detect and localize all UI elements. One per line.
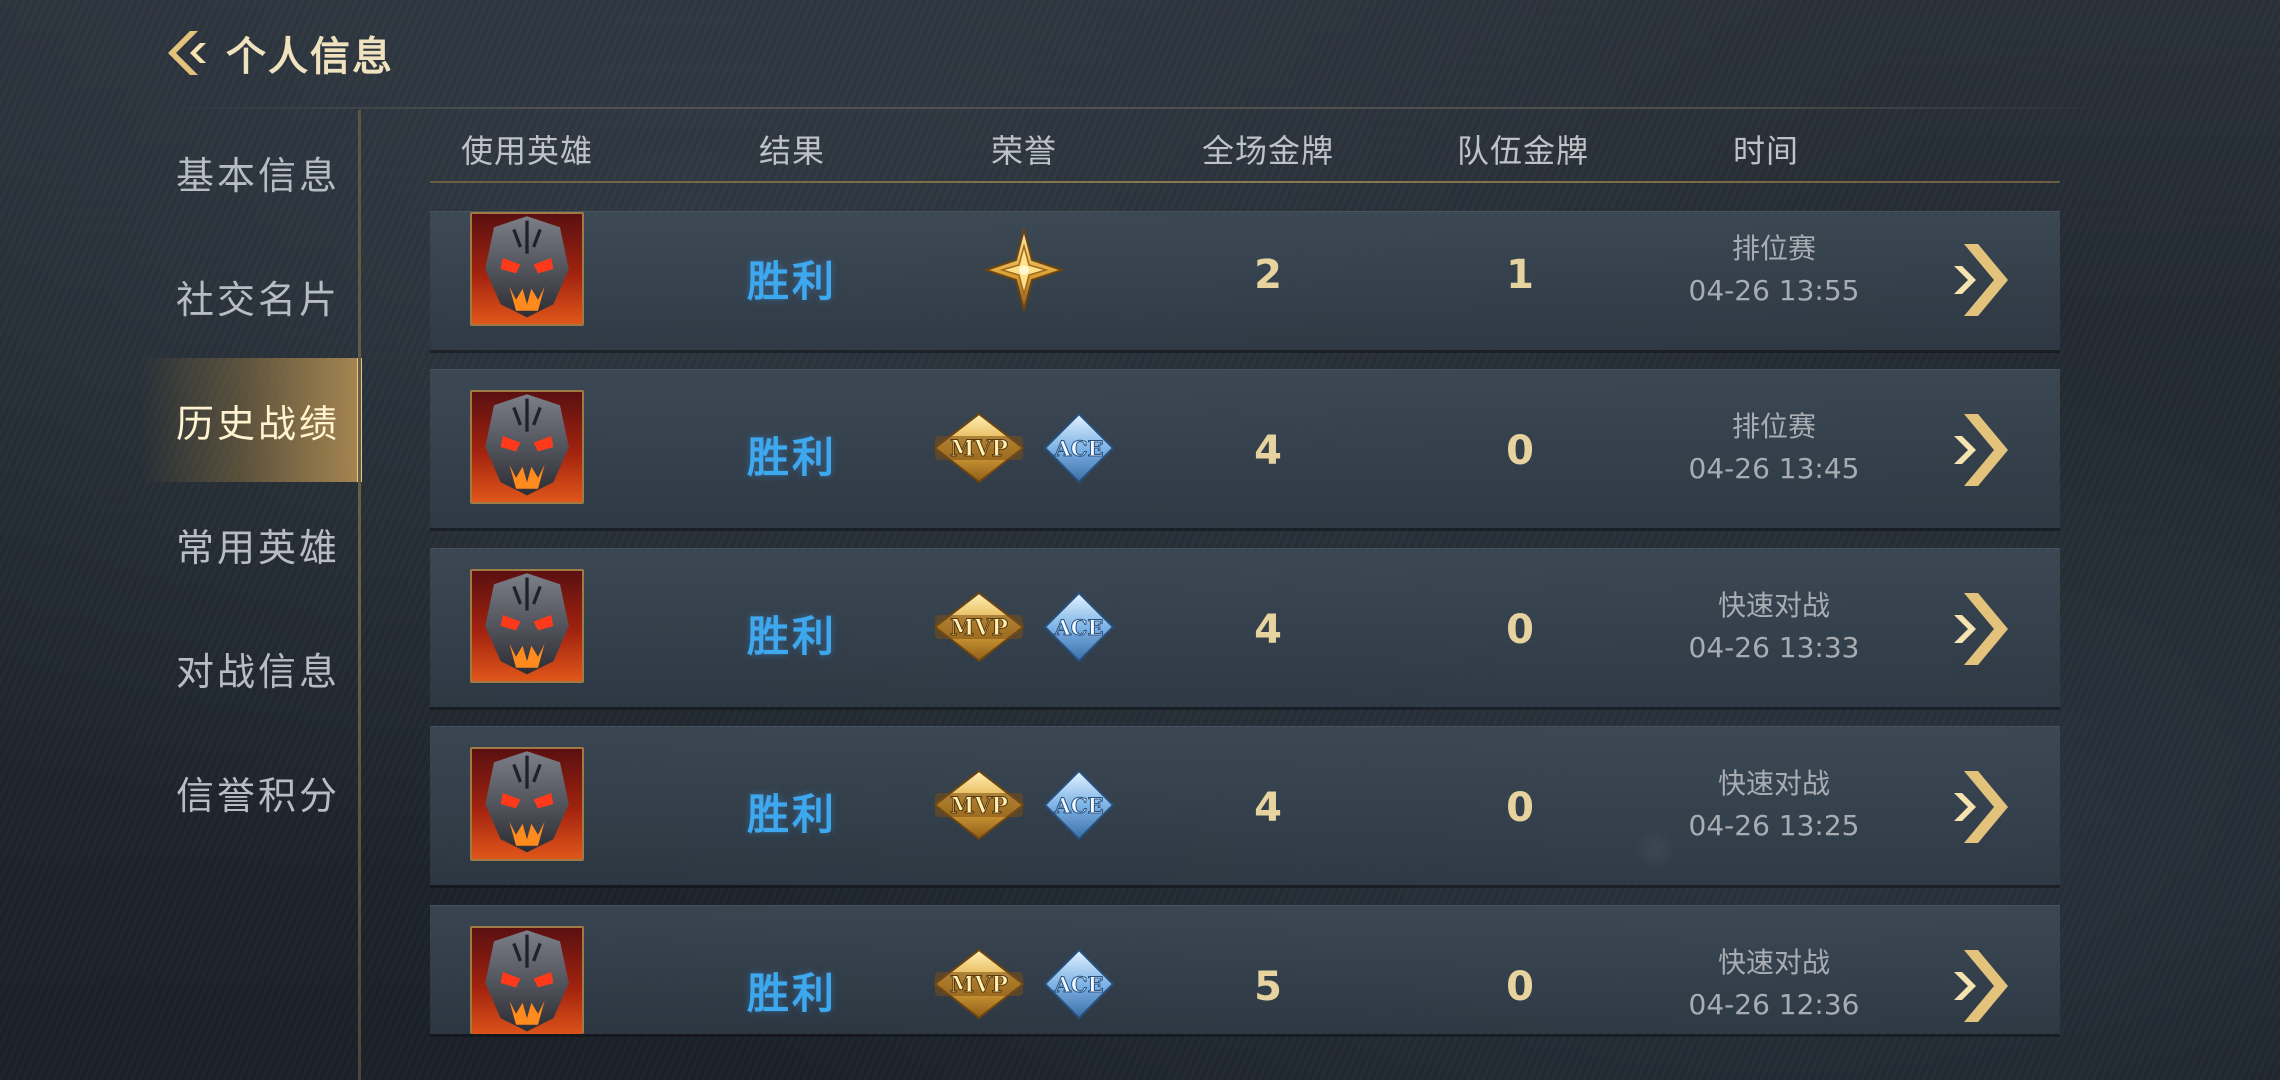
result-text: 胜利 [746, 790, 838, 839]
match-gold-count: 4 [1254, 785, 1282, 831]
mvp-badge-text: MVP [950, 793, 1008, 819]
hero-portrait-icon [470, 212, 584, 326]
honors-group: MVP ACE [931, 412, 1117, 484]
mvp-badge-text: MVP [950, 436, 1008, 462]
ace-badge-icon: ACE [1043, 769, 1115, 841]
match-gold-count: 4 [1254, 428, 1282, 474]
sidebar-item-basic-info[interactable]: 基本信息 [140, 110, 362, 234]
mvp-badge-text: MVP [950, 615, 1008, 641]
page-header: 个人信息 [160, 22, 394, 84]
ace-badge-icon: ACE [1043, 591, 1115, 663]
sidebar-item-label: 基本信息 [176, 153, 341, 198]
sidebar-item-label: 历史战绩 [176, 401, 341, 446]
result-text: 胜利 [746, 612, 838, 661]
hero-portrait-icon [470, 390, 584, 504]
team-gold-count: 0 [1506, 428, 1534, 474]
match-time: 快速对战 04-26 13:33 [1689, 585, 1860, 669]
honors-group: MVP ACE [931, 591, 1117, 663]
match-gold-count: 2 [1254, 252, 1282, 298]
result-text: 胜利 [746, 257, 838, 306]
mvp-badge-icon: MVP [933, 948, 1025, 1020]
chevron-right-icon[interactable] [1950, 240, 2010, 320]
hero-portrait-icon [470, 569, 584, 683]
team-gold-count: 0 [1506, 607, 1534, 653]
header-divider [160, 107, 2120, 109]
chevron-right-icon[interactable] [1950, 589, 2010, 669]
match-mode: 排位赛 [1731, 410, 1817, 443]
match-datetime: 04-26 12:36 [1688, 988, 1860, 1021]
team-gold-count: 0 [1506, 964, 1534, 1010]
sidebar-item-battle-info[interactable]: 对战信息 [140, 606, 362, 730]
match-time: 排位赛 04-26 13:55 [1689, 228, 1860, 312]
chevron-right-icon[interactable] [1950, 410, 2010, 490]
chevron-right-icon[interactable] [1950, 767, 2010, 847]
column-header-time: 时间 [1732, 132, 1800, 170]
match-row[interactable]: 胜利 MVP ACE 4 0 快速对战 04-26 13:33 [430, 548, 2060, 707]
ace-badge-text: ACE [1053, 615, 1103, 640]
ace-badge-text: ACE [1053, 793, 1103, 818]
match-row[interactable]: 胜利 MVP ACE 5 0 快速对战 04-26 12:36 [430, 905, 2060, 1034]
column-header-honor: 荣誉 [990, 132, 1058, 170]
match-datetime: 04-26 13:55 [1688, 274, 1860, 307]
match-datetime: 04-26 13:33 [1688, 631, 1860, 664]
match-time: 快速对战 04-26 12:36 [1689, 942, 1860, 1026]
table-header-divider [430, 181, 2060, 183]
page-title: 个人信息 [226, 34, 394, 80]
match-row[interactable]: 胜利 MVP ACE 4 0 快速对战 04-26 13:25 [430, 726, 2060, 885]
column-header-match-gold: 全场金牌 [1201, 132, 1335, 170]
result-text: 胜利 [746, 433, 838, 482]
match-row[interactable]: 胜利 MVP ACE 4 0 排位赛 04-26 13:45 [430, 369, 2060, 528]
mvp-badge-text: MVP [950, 972, 1008, 998]
honors-group: MVP ACE [931, 948, 1117, 1020]
column-header-hero: 使用英雄 [460, 132, 594, 170]
result-text: 胜利 [746, 969, 838, 1018]
match-gold-count: 5 [1254, 964, 1282, 1010]
ace-badge-icon: ACE [1043, 412, 1115, 484]
back-button[interactable]: 个人信息 [160, 24, 394, 82]
sidebar-divider [358, 110, 361, 1080]
match-mode: 快速对战 [1717, 767, 1831, 800]
match-mode: 快速对战 [1717, 589, 1831, 622]
sidebar-item-credit-score[interactable]: 信誉积分 [140, 730, 362, 854]
sidebar-item-label: 社交名片 [176, 277, 341, 322]
star-medal-icon [984, 228, 1064, 312]
match-gold-count: 4 [1254, 607, 1282, 653]
hero-portrait-icon [470, 747, 584, 861]
sidebar-item-label: 信誉积分 [176, 773, 341, 818]
sidebar-item-match-history[interactable]: 历史战绩 [140, 358, 362, 482]
ace-badge-text: ACE [1053, 972, 1103, 997]
honors-group: MVP ACE [931, 769, 1117, 841]
match-time: 排位赛 04-26 13:45 [1689, 406, 1860, 490]
mvp-badge-icon: MVP [933, 412, 1025, 484]
sidebar-item-social-card[interactable]: 社交名片 [140, 234, 362, 358]
mvp-badge-icon: MVP [933, 591, 1025, 663]
chevron-right-icon[interactable] [1950, 946, 2010, 1026]
mvp-badge-icon: MVP [933, 769, 1025, 841]
match-time: 快速对战 04-26 13:25 [1689, 763, 1860, 847]
match-row[interactable]: 胜利 2 1 排位赛 04-26 13:55 [430, 211, 2060, 350]
sidebar-item-favorite-heroes[interactable]: 常用英雄 [140, 482, 362, 606]
column-header-team-gold: 队伍金牌 [1456, 132, 1590, 170]
ace-badge-icon: ACE [1043, 948, 1115, 1020]
honors-group [984, 228, 1064, 312]
ace-badge-text: ACE [1053, 436, 1103, 461]
match-datetime: 04-26 13:45 [1688, 452, 1860, 485]
sidebar-item-label: 常用英雄 [176, 525, 341, 570]
sidebar-nav: 基本信息 社交名片 历史战绩 常用英雄 对战信息 信誉积分 [140, 110, 362, 1080]
match-mode: 排位赛 [1731, 232, 1817, 265]
back-arrow-icon [168, 31, 206, 75]
column-header-result: 结果 [758, 132, 826, 170]
hero-portrait-icon [470, 926, 584, 1034]
match-mode: 快速对战 [1717, 946, 1831, 979]
team-gold-count: 1 [1506, 252, 1534, 298]
team-gold-count: 0 [1506, 785, 1534, 831]
match-datetime: 04-26 13:25 [1688, 809, 1860, 842]
sidebar-item-label: 对战信息 [176, 649, 341, 694]
